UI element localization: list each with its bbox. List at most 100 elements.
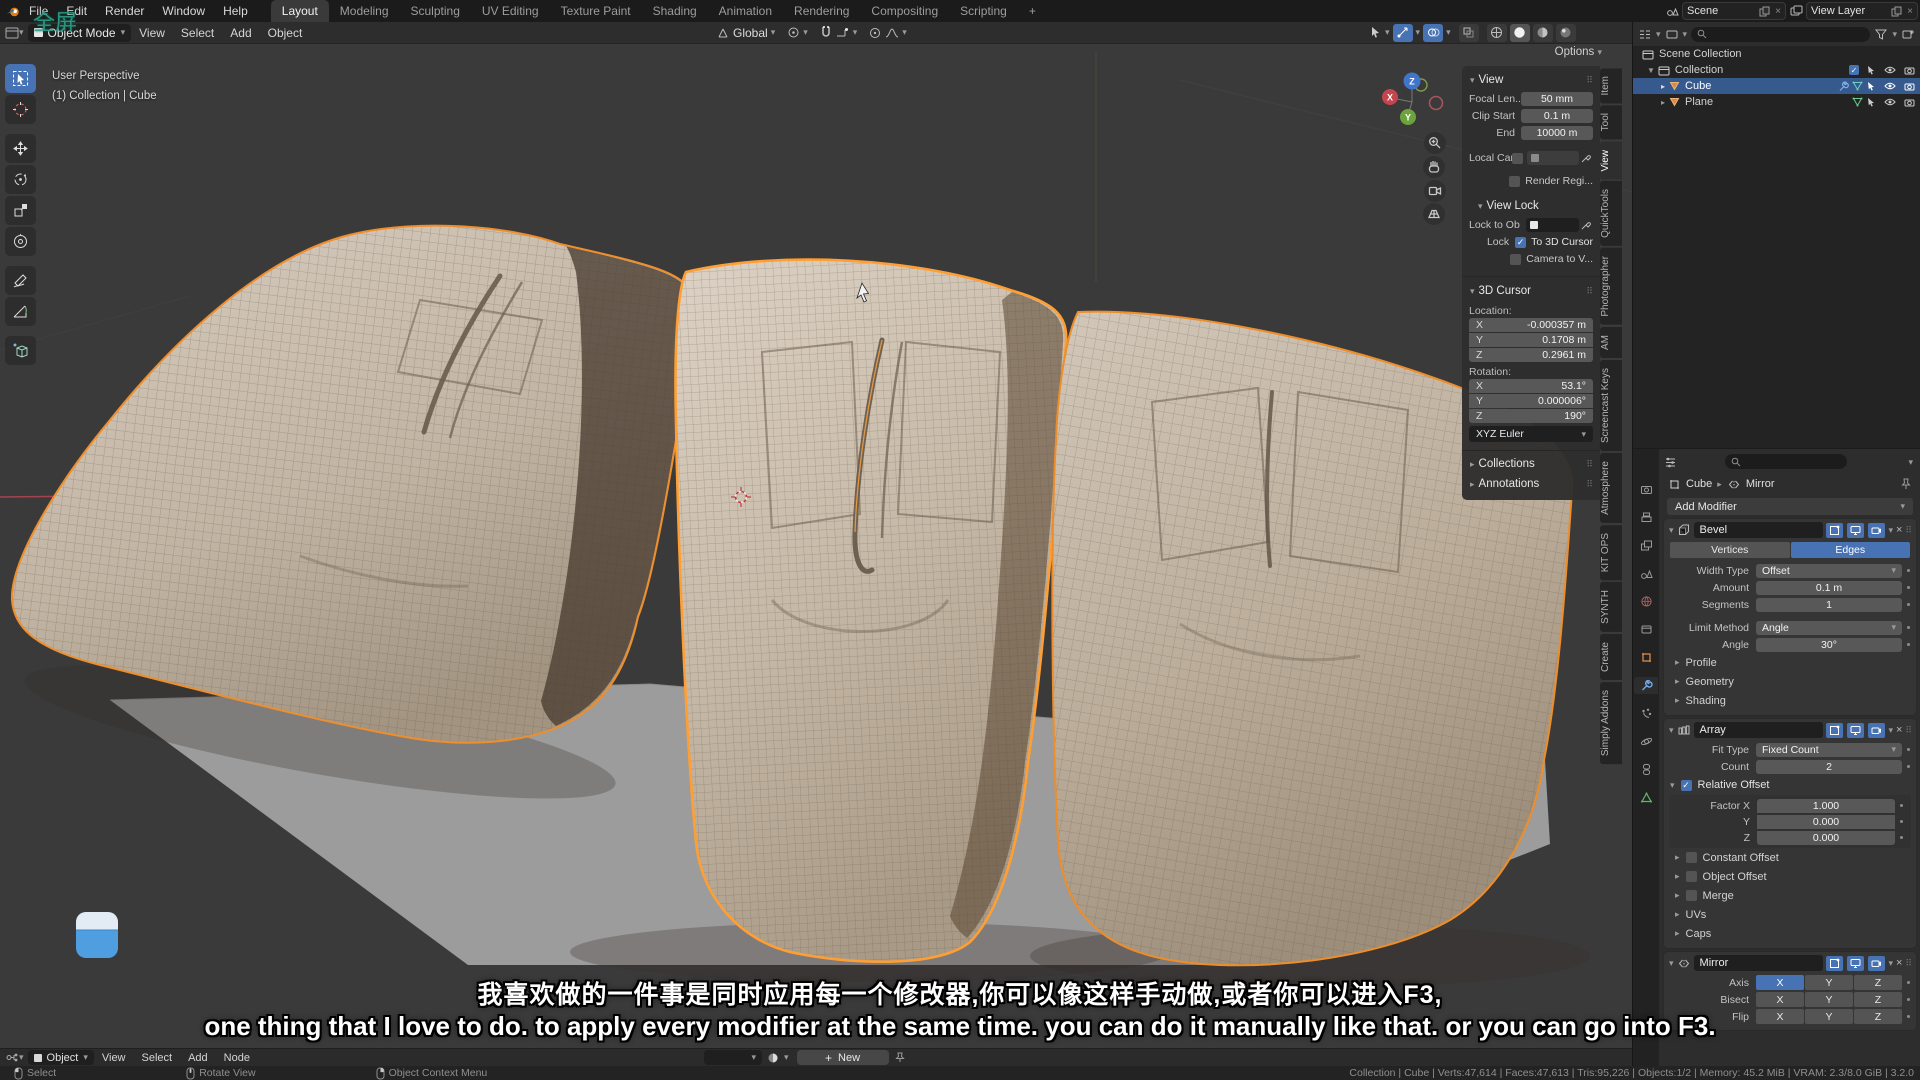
menu-add[interactable]: Add xyxy=(180,1052,216,1064)
array-relative-offset-header[interactable]: ▾ ✓ Relative Offset xyxy=(1664,775,1916,795)
close-modifier-icon[interactable]: × xyxy=(1896,724,1902,736)
tab-output-properties[interactable] xyxy=(1634,509,1658,526)
collapse-chevron-icon[interactable]: ▾ xyxy=(1669,725,1674,736)
row-plane[interactable]: ▸ Plane xyxy=(1633,94,1920,110)
display-mode-icon[interactable] xyxy=(1665,27,1679,41)
menu-object[interactable]: Object xyxy=(260,26,311,40)
tab-view-layer-properties[interactable] xyxy=(1634,537,1658,554)
mattress-center[interactable] xyxy=(675,260,1066,962)
lock-to-object-field[interactable] xyxy=(1526,218,1579,232)
selectable-icon[interactable] xyxy=(1864,95,1878,109)
array-object-offset-subpanel[interactable]: ▸Object Offset xyxy=(1664,867,1916,886)
workspace-tab-modeling[interactable]: Modeling xyxy=(329,0,400,22)
add-workspace-button[interactable]: + xyxy=(1018,0,1047,22)
properties-editor-icon[interactable] xyxy=(1663,455,1677,469)
mirror-flip-z-button[interactable]: Z xyxy=(1854,1009,1902,1024)
render-visibility-icon[interactable] xyxy=(1902,63,1916,77)
options-menu[interactable]: Options ▾ xyxy=(1555,46,1602,58)
orientation-icon[interactable] xyxy=(716,26,730,40)
outliner-editor-icon[interactable] xyxy=(1638,27,1652,41)
select-box-tool[interactable] xyxy=(5,64,36,93)
pin-icon[interactable] xyxy=(893,1051,907,1065)
scene-name-field[interactable]: Scene × xyxy=(1682,2,1786,20)
pan-button[interactable] xyxy=(1423,156,1445,178)
tab-modifier-properties[interactable] xyxy=(1634,677,1658,694)
bevel-width-type-dropdown[interactable]: Offset▾ xyxy=(1756,564,1902,578)
cursor-loc-z[interactable]: Z0.2961 m xyxy=(1469,348,1593,362)
expand-arrow-icon[interactable]: ▼ xyxy=(1647,66,1655,75)
bevel-editmode-toggle[interactable] xyxy=(1826,523,1843,538)
pivot-point-icon[interactable] xyxy=(786,26,800,40)
orientation-label[interactable]: Global xyxy=(733,26,768,40)
workspace-tab-texture-paint[interactable]: Texture Paint xyxy=(550,0,642,22)
array-editmode-toggle[interactable] xyxy=(1826,723,1843,738)
mirror-editmode-toggle[interactable] xyxy=(1826,956,1843,971)
menu-select[interactable]: Select xyxy=(173,26,222,40)
mirror-bisect-z-button[interactable]: Z xyxy=(1854,992,1902,1007)
visibility-eye-icon[interactable] xyxy=(1883,63,1897,77)
viewport-canvas[interactable]: X Z Y xyxy=(0,44,1632,1048)
node-data-icon[interactable] xyxy=(766,1051,780,1065)
xray-toggle[interactable] xyxy=(1459,24,1479,42)
workspace-tab-scripting[interactable]: Scripting xyxy=(949,0,1018,22)
overlays-toggle[interactable] xyxy=(1423,24,1443,42)
array-name-field[interactable]: Array xyxy=(1694,722,1824,738)
local-camera-field[interactable] xyxy=(1527,151,1579,165)
bevel-shading-subpanel[interactable]: ▸Shading xyxy=(1664,691,1916,710)
workspace-tab-rendering[interactable]: Rendering xyxy=(783,0,860,22)
editor-type-chevron-icon[interactable]: ▾ xyxy=(19,27,24,38)
rotation-mode-dropdown[interactable]: XYZ Euler▾ xyxy=(1469,426,1593,442)
bevel-segments-field[interactable]: 1 xyxy=(1756,598,1902,612)
array-realtime-toggle[interactable] xyxy=(1847,723,1864,738)
array-caps-subpanel[interactable]: ▸Caps xyxy=(1664,924,1916,943)
to-3d-cursor-checkbox[interactable]: ✓ xyxy=(1515,237,1526,248)
tab-constraint-properties[interactable] xyxy=(1634,761,1658,778)
view-layer-icon[interactable] xyxy=(1789,4,1803,18)
eyedropper-icon[interactable] xyxy=(1579,151,1593,165)
tab-world-properties[interactable] xyxy=(1634,593,1658,610)
new-collection-icon[interactable] xyxy=(1901,27,1915,41)
tab-am[interactable]: AM xyxy=(1600,327,1622,358)
tab-scene-properties[interactable] xyxy=(1634,565,1658,582)
clip-start-field[interactable]: 0.1 m xyxy=(1521,109,1593,123)
shading-rendered-icon[interactable] xyxy=(1556,24,1576,42)
add-cube-tool[interactable] xyxy=(5,336,36,365)
copy-scene-icon[interactable] xyxy=(1757,4,1771,18)
tab-particle-properties[interactable] xyxy=(1634,705,1658,722)
merge-checkbox[interactable] xyxy=(1686,890,1697,901)
drag-handle-icon[interactable]: ⠿ xyxy=(1905,725,1911,736)
tab-kit-ops[interactable]: KIT OPS xyxy=(1600,525,1622,580)
snap-target-icon[interactable] xyxy=(836,26,850,40)
render-visibility-icon[interactable] xyxy=(1902,95,1916,109)
camera-view-button[interactable] xyxy=(1424,180,1446,202)
menu-view[interactable]: View xyxy=(131,26,173,40)
copy-view-layer-icon[interactable] xyxy=(1889,4,1903,18)
selectable-icon[interactable] xyxy=(1864,79,1878,93)
collapse-chevron-icon[interactable]: ▾ xyxy=(1669,525,1674,536)
shading-material-icon[interactable] xyxy=(1533,24,1553,42)
axis-neg-x-ball[interactable] xyxy=(1430,97,1443,110)
outliner-search-input[interactable] xyxy=(1691,27,1870,42)
mirror-bisect-x-button[interactable]: X xyxy=(1756,992,1804,1007)
mirror-bisect-y-button[interactable]: Y xyxy=(1805,992,1853,1007)
tab-create[interactable]: Create xyxy=(1600,634,1622,680)
simply-addon-widget[interactable] xyxy=(76,912,118,958)
row-collection[interactable]: ▼ Collection ✓ xyxy=(1633,62,1920,78)
breadcrumb-object[interactable]: Cube xyxy=(1686,478,1712,490)
workspace-tab-compositing[interactable]: Compositing xyxy=(860,0,949,22)
menu-render[interactable]: Render xyxy=(96,0,153,22)
scale-tool[interactable] xyxy=(5,196,36,225)
node-mode-selector[interactable]: Object ▾ xyxy=(28,1050,94,1065)
rotate-tool[interactable] xyxy=(5,165,36,194)
measure-tool[interactable] xyxy=(5,297,36,326)
mirror-name-field[interactable]: Mirror xyxy=(1694,955,1824,971)
selectability-icon[interactable] xyxy=(1368,26,1382,40)
extras-chevron-icon[interactable]: ▾ xyxy=(1888,525,1893,536)
bevel-angle-field[interactable]: 30° xyxy=(1756,638,1902,652)
node-tree-dropdown[interactable]: ▾ xyxy=(704,1050,762,1065)
render-region-checkbox[interactable] xyxy=(1509,176,1520,187)
breadcrumb-modifier[interactable]: Mirror xyxy=(1746,478,1775,490)
new-node-tree-button[interactable]: + New xyxy=(797,1050,889,1065)
tab-physics-properties[interactable] xyxy=(1634,733,1658,750)
collections-section-title[interactable]: Collections xyxy=(1479,458,1535,470)
